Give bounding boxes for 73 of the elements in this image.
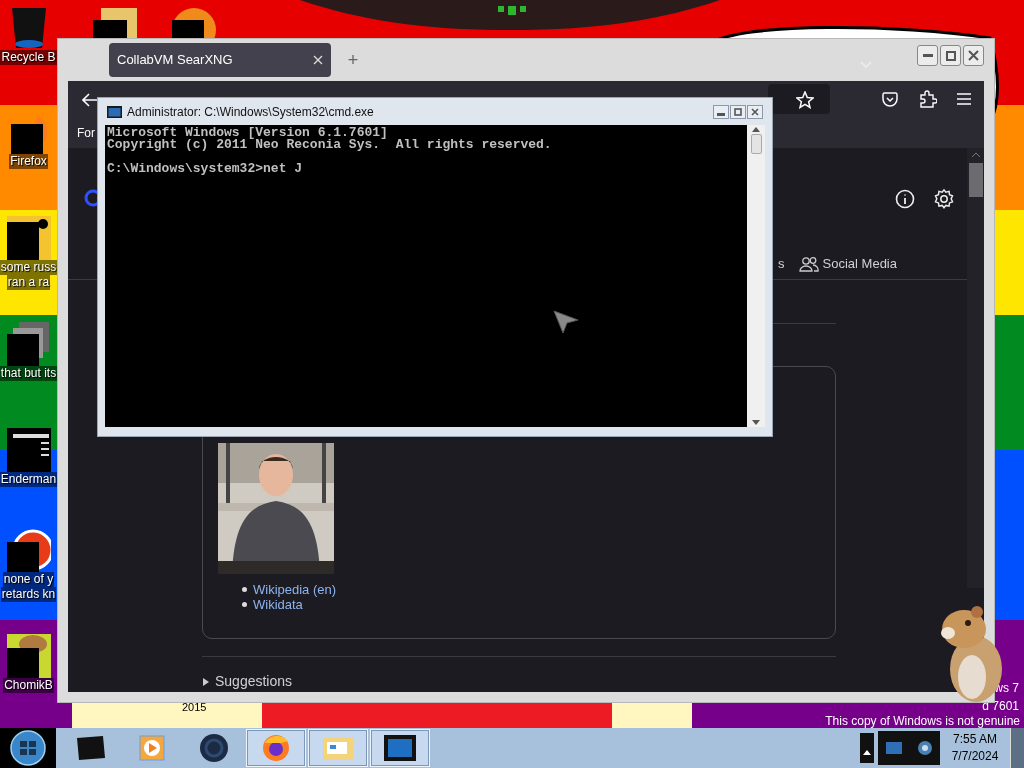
scrollbar[interactable] <box>967 148 984 588</box>
maximize-button[interactable] <box>940 45 961 66</box>
speaker-icon[interactable] <box>916 740 933 756</box>
clock[interactable]: 7:55 AM 7/7/2024 <box>940 731 1010 765</box>
bullet-icon <box>242 587 247 592</box>
users-icon <box>798 255 819 272</box>
puzzle-icon[interactable] <box>920 90 937 108</box>
scrollbar[interactable] <box>747 125 765 427</box>
minimize-button[interactable] <box>713 104 729 119</box>
settings-icon[interactable] <box>933 188 955 210</box>
console-window-icon[interactable] <box>384 735 416 761</box>
category-tab[interactable]: s <box>778 253 785 274</box>
scroll-up-icon[interactable] <box>971 152 980 157</box>
console-line: Copyright (c) 2011 Neo Reconia Sys. All rights reserved. <box>107 139 553 151</box>
window-title: Administrator: C:\Windows\System32\cmd.exe <box>127 103 374 121</box>
console-line: C:\Windows\system32>net J <box>107 163 304 175</box>
scroll-thumb[interactable] <box>750 134 762 154</box>
info-icon[interactable] <box>895 189 915 209</box>
taskbar-button[interactable] <box>370 729 430 767</box>
year-text: 2015 <box>182 700 207 715</box>
wiki-link[interactable]: Wikidata <box>253 597 303 612</box>
close-icon[interactable] <box>751 107 759 116</box>
browser-tab[interactable]: CollabVM SearXNG <box>109 43 331 77</box>
taskbar-button[interactable] <box>246 729 306 767</box>
desktop-icon-label[interactable]: Firefox <box>9 154 48 169</box>
desktop-icon-label[interactable]: Recycle B <box>0 50 57 65</box>
bullet-icon <box>242 602 247 607</box>
new-tab-button[interactable]: + <box>343 50 363 70</box>
bookmark-item[interactable]: For <box>77 124 95 142</box>
monitor-icon[interactable] <box>885 742 902 754</box>
desktop-icon-label[interactable]: ChomikB <box>3 678 54 693</box>
maximize-icon[interactable] <box>945 50 956 61</box>
play-icon[interactable] <box>139 735 165 761</box>
back-arrow-icon[interactable] <box>82 92 98 107</box>
document-icon <box>6 216 51 260</box>
terminal-icon <box>6 428 51 472</box>
globe-icon[interactable] <box>199 733 229 763</box>
stack-icon <box>6 322 51 366</box>
ring-icon <box>6 528 51 572</box>
show-desktop-button[interactable] <box>1010 728 1024 768</box>
hamster-square-icon <box>6 634 51 678</box>
minimize-button[interactable] <box>917 45 938 66</box>
minimize-icon[interactable] <box>922 53 933 58</box>
scroll-thumb[interactable] <box>968 163 983 197</box>
category-tab[interactable]: Social Media <box>798 253 897 274</box>
maximize-button[interactable] <box>730 104 746 119</box>
minimize-icon[interactable] <box>717 112 725 116</box>
scroll-down-icon[interactable] <box>752 420 760 425</box>
desktop-icon-label[interactable]: retards kn <box>0 587 57 602</box>
genuine-notice: This copy of Windows is not genuine <box>825 713 1020 730</box>
firefox-icon[interactable] <box>261 733 291 763</box>
maximize-icon[interactable] <box>734 107 742 116</box>
desktop-icon-label[interactable]: Enderman <box>0 472 58 487</box>
desktop-icon-label[interactable]: ran a ra <box>6 275 51 290</box>
folder-icon[interactable] <box>93 8 139 38</box>
console-line: Microsoft Windows [Version 6.1.7601] <box>107 127 389 139</box>
cursor-arrow-icon <box>553 310 579 334</box>
scroll-up-icon[interactable] <box>752 127 760 132</box>
disclosure-triangle-icon[interactable] <box>202 677 210 686</box>
desktop-icon-label[interactable]: some russ <box>0 260 58 275</box>
close-icon[interactable] <box>968 50 979 61</box>
menu-icon[interactable] <box>957 93 971 105</box>
desktop-icon-label[interactable]: that but its <box>0 366 58 381</box>
console-window-icon <box>107 105 122 118</box>
desktop-icon-label[interactable]: none of y <box>2 572 55 587</box>
close-button[interactable] <box>747 104 763 119</box>
logo-icon[interactable] <box>84 189 97 207</box>
start-orb-icon[interactable] <box>10 730 46 766</box>
pocket-icon[interactable] <box>882 92 898 107</box>
suggestions-toggle[interactable]: Suggestions <box>202 671 836 692</box>
close-button[interactable] <box>963 45 984 66</box>
wiki-link[interactable]: Wikipedia (en) <box>253 582 337 597</box>
star-icon[interactable] <box>796 91 814 109</box>
